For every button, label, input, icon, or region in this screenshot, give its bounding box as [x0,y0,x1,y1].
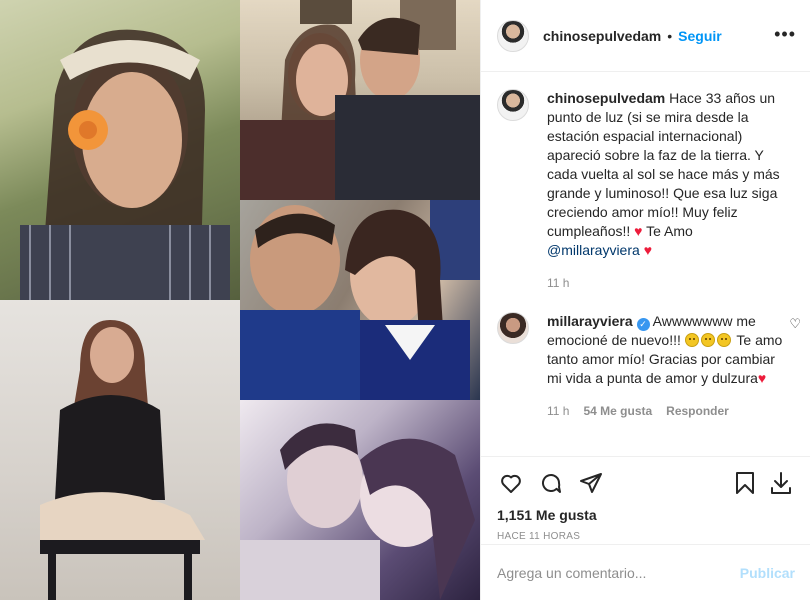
publish-button[interactable]: Publicar [740,565,795,581]
author-username[interactable]: chinosepulvedam [543,28,661,44]
comment-meta: 11 h 54 Me gusta Responder [547,404,787,418]
caption-meta: 11 h [547,276,787,290]
comment-content: millarayviera ✓ Awwwwwww me emocioné de … [529,312,787,418]
photo-couple-selfie [240,0,480,200]
download-icon[interactable] [767,469,795,497]
photo-woman-with-flower [0,0,240,300]
photo-couple-funny-faces [240,200,480,400]
post-timestamp[interactable]: HACE 11 HORAS [497,531,795,542]
caption-content: chinosepulvedam Hace 33 años un punto de… [529,89,787,290]
bookmark-icon[interactable] [731,469,759,497]
caption-text-after-heart: Te Amo [646,223,693,239]
caption-username[interactable]: chinosepulvedam [547,90,665,106]
red-heart-emoji-icon: ♥ [643,242,652,258]
instagram-post-modal: chinosepulvedam • Seguir ••• chinosepulv… [0,0,810,600]
post-side-panel: chinosepulvedam • Seguir ••• chinosepulv… [480,0,810,600]
comment-body: millarayviera ✓ Awwwwwww me emocioné de … [547,312,787,388]
comment-item: millarayviera ✓ Awwwwwww me emocioné de … [497,312,801,418]
verified-badge-icon: ✓ [636,318,650,331]
photo-couple-funny-faces-art [240,200,480,400]
caption: chinosepulvedam Hace 33 años un punto de… [497,89,795,290]
comment-input[interactable] [497,564,740,581]
photo-woman-seated-art [40,320,205,600]
sad-face-emoji-icon [700,333,715,347]
header-separator: • [667,27,673,44]
add-comment-bar: Publicar [481,544,810,600]
comment-likes[interactable]: 54 Me gusta [583,404,652,418]
sad-face-emoji-icon [684,333,699,347]
like-heart-icon[interactable] [497,469,525,497]
share-paper-plane-icon[interactable] [577,469,605,497]
comment-like-heart-icon[interactable]: ♡ [789,316,801,332]
more-horizontal-icon[interactable]: ••• [774,25,796,43]
commenter-avatar[interactable] [497,312,529,344]
photo-couple-hug-art [240,423,475,600]
comments-section: chinosepulvedam Hace 33 años un punto de… [481,73,810,456]
photo-couple-hug [240,400,480,600]
post-actions: 1,151 Me gusta HACE 11 HORAS [481,456,810,542]
photo-woman-seated [0,300,240,600]
action-icons-row [497,463,795,503]
red-heart-emoji-icon: ♥ [634,223,643,239]
sad-face-emoji-icon [716,333,731,347]
follow-button[interactable]: Seguir [678,28,722,44]
photo-woman-with-flower-art [20,29,230,300]
photo-couple-selfie-art [240,0,480,200]
caption-avatar[interactable] [497,89,529,121]
caption-time[interactable]: 11 h [547,276,569,290]
caption-text: Hace 33 años un punto de luz (si se mira… [547,90,780,239]
reply-button[interactable]: Responder [666,404,729,418]
likes-count[interactable]: 1,151 Me gusta [497,507,795,523]
red-heart-emoji-icon: ♥ [757,370,767,386]
post-image-collage[interactable] [0,0,480,600]
commenter-username[interactable]: millarayviera [547,313,633,329]
author-avatar[interactable] [497,19,529,52]
post-header: chinosepulvedam • Seguir ••• [481,0,810,72]
comment-bubble-icon[interactable] [537,469,565,497]
comment-time[interactable]: 11 h [547,404,569,418]
caption-mention-link[interactable]: @millarayviera [547,242,640,258]
caption-body: chinosepulvedam Hace 33 años un punto de… [547,89,787,260]
